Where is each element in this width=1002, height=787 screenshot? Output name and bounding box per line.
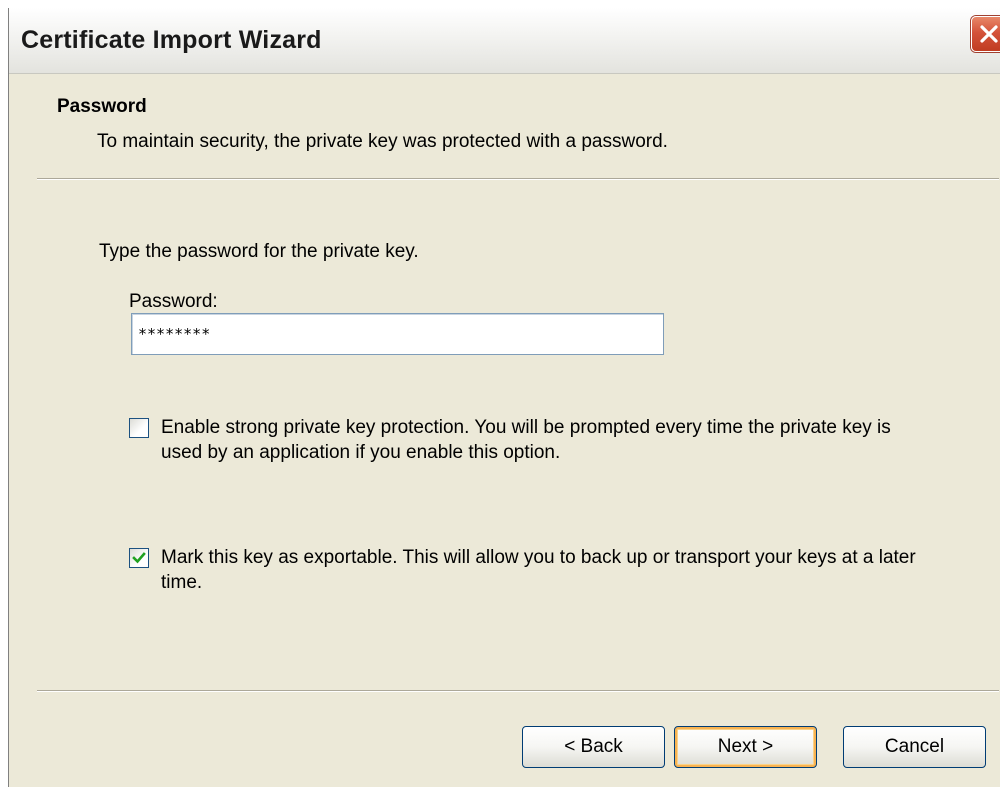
page-subtitle: To maintain security, the private key wa… [97, 131, 668, 152]
instruction-text: Type the password for the private key. [99, 241, 419, 262]
wizard-header: Password To maintain security, the priva… [9, 74, 1000, 186]
password-label: Password: [129, 291, 218, 312]
next-button[interactable]: Next > [674, 726, 817, 768]
title-bar[interactable]: Certificate Import Wizard [9, 8, 1000, 74]
footer-divider [37, 690, 999, 692]
certificate-import-wizard-dialog: Certificate Import Wizard Password To ma… [8, 8, 1000, 787]
cancel-button[interactable]: Cancel [843, 726, 986, 768]
exportable-checkbox[interactable] [129, 548, 149, 568]
close-button[interactable] [971, 16, 1000, 52]
strong-protection-label[interactable]: Enable strong private key protection. Yo… [161, 415, 921, 465]
page-title: Password [57, 96, 147, 117]
strong-protection-checkbox[interactable] [129, 418, 149, 438]
header-divider [37, 178, 999, 180]
back-button[interactable]: < Back [522, 726, 665, 768]
password-field[interactable] [131, 313, 664, 355]
exportable-label[interactable]: Mark this key as exportable. This will a… [161, 545, 921, 595]
window-title: Certificate Import Wizard [21, 26, 322, 54]
